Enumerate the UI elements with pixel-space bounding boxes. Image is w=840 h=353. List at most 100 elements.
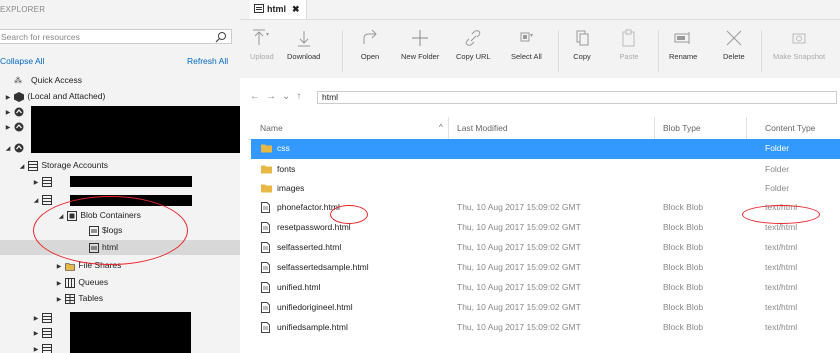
rename-button[interactable]: Rename (669, 28, 697, 61)
chevron-right-icon[interactable]: ▶ (55, 260, 63, 275)
back-arrow-icon[interactable]: ← (250, 91, 266, 102)
tab-bar: html ✖ (240, 0, 840, 20)
up-arrow-icon[interactable]: ↑ (296, 91, 307, 102)
tree-item-queues[interactable]: ▶ Queues (55, 275, 108, 290)
upload-icon: ▾ (252, 29, 269, 45)
table-row[interactable]: unifiedsample.html Thu, 10 Aug 2017 15:09… (251, 318, 840, 338)
tab-html[interactable]: html ✖ (250, 0, 307, 19)
file-icon (261, 302, 270, 315)
table-row[interactable]: selfasserted.html Thu, 10 Aug 2017 15:09:… (251, 238, 840, 258)
tree-item-subscription[interactable]: ▶ (4, 104, 27, 119)
file-icon (261, 222, 270, 235)
file-icon (261, 262, 270, 275)
search-input[interactable]: Search for resources (0, 29, 232, 44)
redacted-block (70, 312, 191, 353)
folder-icon (261, 183, 272, 195)
cell-content-type: Folder (765, 183, 790, 193)
tree-item-local-attached[interactable]: ▶ (Local and Attached) (4, 89, 105, 104)
column-name[interactable]: Name (260, 117, 283, 139)
copy-url-button[interactable]: Copy URL (456, 28, 491, 61)
cell-name: selfasserted.html (277, 242, 342, 252)
tree-item-storage-accounts[interactable]: ◢ Storage Accounts (18, 158, 108, 173)
cell-blob-type: Block Blob (663, 282, 704, 292)
copy-icon (576, 30, 589, 46)
chevron-down-icon[interactable]: ◢ (32, 194, 40, 209)
table-row[interactable]: fonts Folder (251, 160, 840, 180)
svg-text:▾: ▾ (530, 33, 533, 39)
tree-item-quick-access[interactable]: ⁂ Quick Access (14, 73, 82, 88)
file-icon (261, 242, 270, 255)
svg-text:▾: ▾ (266, 32, 269, 38)
camera-icon (792, 33, 806, 44)
chevron-down-icon[interactable]: ⌄ (282, 91, 296, 102)
tree-item-storage-account[interactable]: ▶ (32, 174, 55, 189)
toolbar: ▾ Upload Download Open New Folder Copy U… (240, 20, 840, 78)
column-divider[interactable] (746, 117, 747, 139)
column-last-modified[interactable]: Last Modified (457, 117, 508, 139)
table-row[interactable]: css Folder (251, 139, 840, 159)
cell-name: css (277, 143, 290, 153)
column-blob-type[interactable]: Blob Type (663, 117, 701, 139)
tree-item-storage-account[interactable]: ◢ (32, 192, 55, 207)
collapse-all-link[interactable]: Collapse All (0, 56, 44, 66)
tree-item-storage-account[interactable]: ▶ (32, 310, 55, 325)
chevron-right-icon[interactable]: ▶ (32, 343, 40, 353)
cell-last-modified: Thu, 10 Aug 2017 15:09:02 GMT (457, 262, 581, 272)
make-snapshot-button[interactable]: Make Snapshot (773, 28, 825, 61)
column-divider[interactable] (448, 117, 449, 139)
tree-label: Queues (78, 277, 109, 287)
column-header-row (248, 117, 840, 140)
table-row[interactable]: unified.html Thu, 10 Aug 2017 15:09:02 GM… (251, 278, 840, 298)
cell-last-modified: Thu, 10 Aug 2017 15:09:02 GMT (457, 202, 581, 212)
chevron-right-icon[interactable]: ▶ (55, 293, 63, 308)
redacted-block (70, 176, 192, 187)
table-row[interactable]: images Folder (251, 179, 840, 199)
cell-content-type: text/html (765, 242, 798, 252)
select-all-button[interactable]: ▾ Select All (511, 28, 542, 61)
chevron-down-icon[interactable]: ◢ (4, 142, 12, 157)
tree-item-storage-account[interactable]: ▶ (32, 325, 55, 340)
download-button[interactable]: Download (287, 28, 320, 61)
delete-button[interactable]: Delete (723, 28, 745, 61)
close-icon[interactable]: ✖ (292, 4, 300, 14)
link-icon (466, 30, 481, 46)
chevron-down-icon[interactable]: ◢ (18, 160, 26, 175)
refresh-all-link[interactable]: Refresh All (187, 56, 228, 66)
paste-button[interactable]: Paste (619, 28, 639, 61)
upload-button[interactable]: ▾ Upload (250, 28, 274, 61)
forward-arrow-icon[interactable]: → (266, 91, 282, 102)
open-button[interactable]: Open (360, 28, 380, 61)
tree-item-tables[interactable]: ▶ Tables (55, 291, 103, 306)
nav-buttons: ←→⌄↑ (250, 91, 307, 102)
chevron-right-icon[interactable]: ▶ (32, 327, 40, 342)
chevron-right-icon[interactable]: ▶ (55, 277, 63, 292)
storage-icon (42, 343, 53, 353)
cell-last-modified: Thu, 10 Aug 2017 15:09:02 GMT (457, 222, 581, 232)
chevron-right-icon[interactable]: ▶ (4, 121, 12, 136)
chevron-right-icon[interactable]: ▶ (32, 176, 40, 191)
pin-icon: ⁂ (14, 75, 22, 85)
tree-item-subscription[interactable]: ▶ (4, 119, 27, 134)
tree-label: (Local and Attached) (27, 91, 106, 101)
cell-last-modified: Thu, 10 Aug 2017 15:09:02 GMT (457, 322, 581, 332)
search-icon[interactable] (215, 31, 227, 45)
copy-button[interactable]: Copy (572, 28, 592, 61)
new-folder-button[interactable]: New Folder (401, 28, 439, 61)
cell-last-modified: Thu, 10 Aug 2017 15:09:02 GMT (457, 282, 581, 292)
cell-name: images (277, 183, 305, 193)
cell-name: selfassertedsample.html (277, 262, 369, 272)
path-input[interactable]: html (317, 91, 837, 104)
explorer-title: EXPLORER (0, 5, 46, 14)
search-placeholder: Search for resources (1, 32, 80, 42)
cell-blob-type: Block Blob (663, 242, 704, 252)
table-row[interactable]: unifiedorigineel.html Thu, 10 Aug 2017 15… (251, 298, 840, 318)
table-row[interactable]: selfassertedsample.html Thu, 10 Aug 2017 … (251, 258, 840, 278)
tree-item-subscription[interactable]: ◢ (4, 140, 27, 155)
column-divider[interactable] (654, 117, 655, 139)
file-icon (261, 282, 270, 295)
tab-label: html (267, 4, 286, 14)
tree-item-storage-account[interactable]: ▶ (32, 341, 55, 353)
column-content-type[interactable]: Content Type (765, 117, 815, 139)
cell-blob-type: Block Blob (663, 262, 704, 272)
sort-caret-icon[interactable]: ^ (439, 117, 443, 139)
